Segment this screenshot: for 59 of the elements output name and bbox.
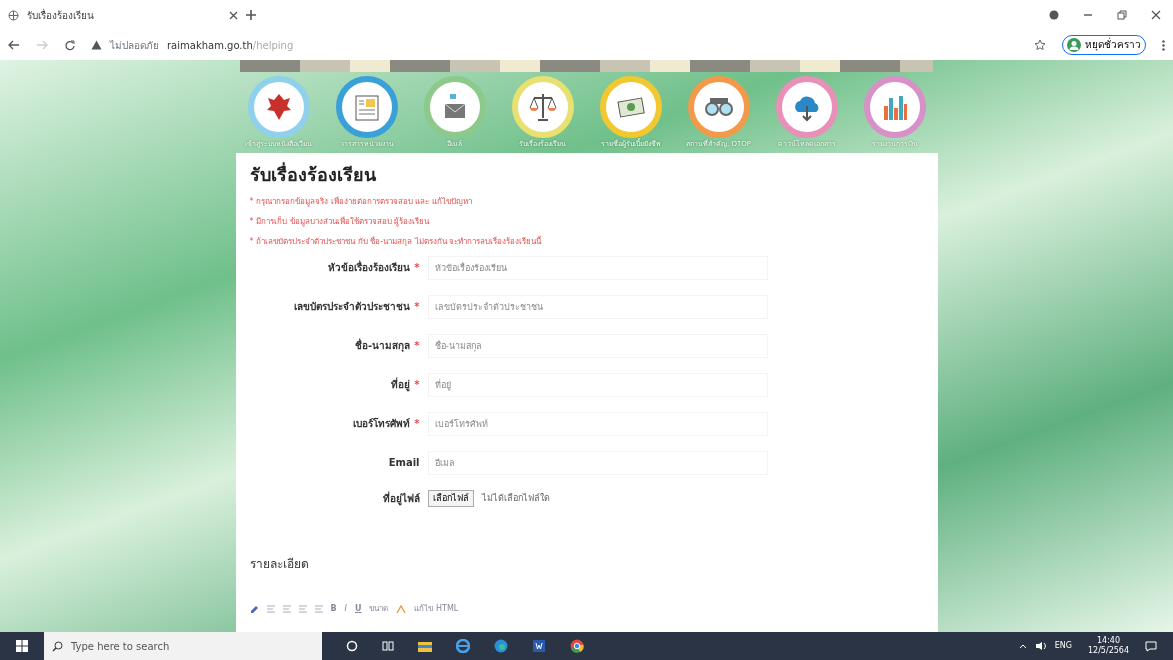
input-field[interactable]: ที่อยู่	[427, 372, 768, 397]
clock-date[interactable]: 12/5/2564	[1087, 646, 1129, 656]
field-label: เลขบัตรประจำตัวประชาชน *	[293, 300, 420, 315]
section-label: รายละเอียด	[249, 556, 310, 574]
field-label: หัวข้อเรื่องร้องเรียน *	[327, 260, 420, 276]
reload-icon[interactable]	[64, 39, 75, 51]
italic-button[interactable]: I	[344, 603, 347, 616]
document-app-icon[interactable]	[532, 639, 546, 653]
choose-file-button[interactable]: เลือกไฟล์	[427, 489, 474, 508]
field-label: ชื่อ-นามสกุล *	[354, 338, 420, 354]
circle-icon[interactable]	[346, 640, 358, 652]
url-text: raimakham.go.th/helping	[167, 38, 294, 53]
back-icon[interactable]	[8, 40, 20, 50]
windows-icon[interactable]	[16, 640, 28, 652]
language-indicator[interactable]: ENG	[1054, 640, 1072, 652]
menu-icon[interactable]	[1162, 39, 1165, 51]
globe-icon	[8, 9, 19, 21]
notice-text: * ถ้าเลขบัตรประจำตัวประชาชน กับ ชื่อ-นามสกุล ไม่ตรงกัน จะทำการลบเรื่องร้องเรียนนี้	[249, 235, 543, 248]
chrome-icon[interactable]	[570, 639, 584, 653]
record-icon[interactable]	[1049, 10, 1059, 20]
field-label: ที่อยู่ *	[390, 377, 420, 393]
input-field[interactable]: เลขบัตรประจำตัวประชาชน	[427, 294, 768, 319]
field-label: Email	[387, 456, 420, 471]
page-title: รับเรื่องร้องเรียน	[249, 161, 377, 187]
tab-title: รับเรื่องร้องเรียน	[27, 7, 95, 23]
search-icon	[52, 640, 63, 652]
plus-icon[interactable]	[246, 10, 256, 20]
avatar-icon	[1067, 38, 1081, 52]
notice-text: * มีการเก็บ ข้อมูลบางส่วนเพื่อใช้ตรวจสอบ ผู้ร้องเรียน	[249, 215, 431, 228]
clock-time[interactable]: 14:40	[1096, 636, 1120, 646]
forward-icon	[36, 40, 48, 50]
input-field[interactable]: อีเมล	[427, 450, 768, 475]
field-label: ที่อยู่ไฟล์	[381, 490, 420, 506]
notice-text: * กรุณากรอกข้อมูลจริง เพื่อง่ายต่อการตรวจสอบ และ แก้ไขปัญหา	[249, 195, 473, 208]
close-icon[interactable]	[1151, 10, 1161, 20]
browser-e-icon[interactable]	[456, 639, 470, 653]
input-field[interactable]: ชื่อ-นามสกุล	[427, 333, 768, 358]
folder-icon[interactable]	[418, 640, 432, 652]
profile-button[interactable]: หยุดชั่วคราว	[1062, 35, 1146, 55]
star-icon[interactable]	[1034, 39, 1046, 51]
notification-icon[interactable]	[1145, 640, 1157, 652]
security-label: ไม่ปลอดภัย	[110, 38, 159, 53]
restore-icon[interactable]	[1117, 10, 1127, 20]
task-view-icon[interactable]	[382, 640, 394, 652]
field-label: เบอร์โทรศัพท์ *	[352, 417, 420, 432]
caret-up-icon[interactable]	[1018, 643, 1027, 649]
input-field[interactable]: เบอร์โทรศัพท์	[427, 411, 768, 436]
warning-icon	[91, 40, 102, 50]
address-bar[interactable]: ไม่ปลอดภัย raimakham.go.th/helping	[91, 37, 1018, 53]
edit-html-button[interactable]: แก้ไข HTML	[414, 603, 459, 616]
underline-button[interactable]: U	[354, 603, 362, 616]
input-field[interactable]: หัวข้อเรื่องร้องเรียน	[427, 255, 768, 280]
font-size-select[interactable]: ขนาด	[369, 603, 389, 616]
speaker-icon[interactable]	[1034, 641, 1047, 651]
close-icon[interactable]	[229, 10, 238, 20]
taskbar-search-field[interactable]: Type here to search	[44, 632, 322, 660]
browser-tab[interactable]: รับเรื่องร้องเรียน	[8, 7, 238, 23]
bold-button[interactable]: B	[330, 603, 337, 616]
file-status: ไม่ได้เลือกไฟล์ใด	[481, 491, 550, 505]
